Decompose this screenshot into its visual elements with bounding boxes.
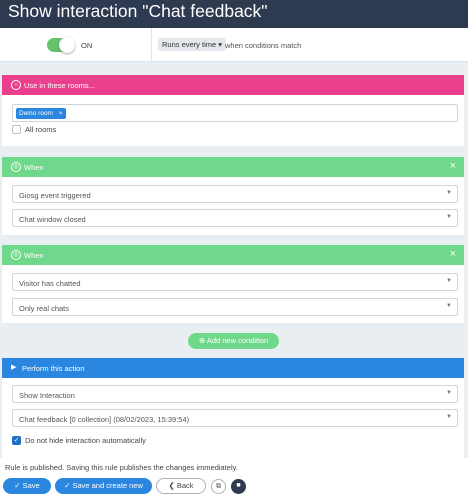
action-card: ▶ Perform this action Show Interaction ▼… [2, 358, 464, 458]
all-rooms-label: All rooms [25, 125, 57, 134]
save-button[interactable]: ✓ Save [3, 478, 51, 494]
action-header-label: Perform this action [22, 364, 85, 373]
close-icon[interactable]: × [450, 248, 456, 260]
condition-type-value: Giosg event triggered [19, 191, 91, 200]
run-frequency-suffix: when conditions match [225, 41, 302, 50]
action-card-header: ▶ Perform this action [2, 358, 464, 378]
toggle-knob [59, 37, 75, 53]
chevron-down-icon: ▼ [446, 390, 452, 396]
chevron-down-icon: ▼ [446, 303, 452, 309]
room-chip: Demo room × [16, 108, 66, 119]
room-chip-label: Demo room [19, 110, 53, 117]
all-rooms-checkbox[interactable] [12, 125, 21, 134]
condition-value-value: Chat window closed [19, 215, 86, 224]
condition-header-label: When [24, 251, 44, 260]
rooms-card-header: ○ Use in these rooms... [2, 75, 464, 95]
chevron-down-icon: ▼ [446, 278, 452, 284]
condition-icon: ◎ [11, 162, 21, 172]
interaction-value: Chat feedback [0 collection] (08/02/2023… [19, 415, 190, 424]
save-icon: ✓ [14, 481, 23, 490]
delete-button[interactable]: ■ [231, 479, 246, 494]
save-and-create-new-button[interactable]: ✓ Save and create new [55, 478, 152, 494]
chevron-down-icon: ▼ [446, 414, 452, 420]
publish-message: Rule is published. Saving this rule publ… [5, 463, 238, 472]
condition-header-label: When [24, 163, 44, 172]
add-condition-button[interactable]: ⊕ Add new condition [188, 333, 279, 349]
back-button[interactable]: ❮ Back [156, 478, 206, 494]
condition-type-value: Visitor has chatted [19, 279, 81, 288]
save-label: Save [22, 481, 40, 490]
rooms-card: ○ Use in these rooms... Demo room × All … [2, 75, 464, 146]
rooms-icon: ○ [11, 80, 21, 90]
action-type-value: Show Interaction [19, 391, 75, 400]
plus-icon: ⊕ [198, 336, 206, 345]
copy-icon: ⧉ [216, 483, 221, 490]
rooms-header-label: Use in these rooms... [24, 81, 95, 90]
rooms-input[interactable]: Demo room × [12, 104, 458, 122]
condition-icon: ◎ [11, 250, 21, 260]
divider [151, 28, 152, 62]
condition-value-select[interactable]: Chat window closed ▼ [12, 209, 458, 227]
auto-hide-label: Do not hide interaction automatically [25, 436, 146, 445]
toggle-label: ON [81, 41, 93, 50]
back-label: Back [176, 481, 194, 490]
chip-remove-icon[interactable]: × [59, 110, 63, 117]
run-frequency-select[interactable]: Runs every time ▾ [158, 38, 227, 51]
chevron-down-icon: ▼ [446, 214, 452, 220]
condition-value-select[interactable]: Only real chats ▼ [12, 298, 458, 316]
condition-type-select[interactable]: Visitor has chatted ▼ [12, 273, 458, 291]
condition-header: ◎ When × [2, 157, 464, 177]
auto-hide-checkbox[interactable]: ✓ [12, 436, 21, 445]
condition-value-value: Only real chats [19, 304, 70, 313]
action-type-select[interactable]: Show Interaction ▼ [12, 385, 458, 403]
condition-header: ◎ When × [2, 245, 464, 265]
chevron-down-icon: ▼ [446, 190, 452, 196]
condition-card-2: ◎ When × Visitor has chatted ▼ Only real… [2, 245, 464, 323]
interaction-select[interactable]: Chat feedback [0 collection] (08/02/2023… [12, 409, 458, 427]
add-condition-label: Add new condition [206, 336, 269, 345]
condition-card-1: ◎ When × Giosg event triggered ▼ Chat wi… [2, 157, 464, 235]
enabled-toggle[interactable] [47, 37, 75, 53]
save-new-label: Save and create new [72, 481, 143, 490]
trash-icon: ■ [236, 482, 241, 489]
title-bar: Show interaction "Chat feedback" [0, 0, 468, 28]
page-title: Show interaction "Chat feedback" [8, 1, 268, 21]
play-icon: ▶ [11, 364, 17, 371]
close-icon[interactable]: × [450, 160, 456, 172]
back-arrow-icon: ❮ [168, 481, 177, 490]
condition-type-select[interactable]: Giosg event triggered ▼ [12, 185, 458, 203]
duplicate-button[interactable]: ⧉ [211, 479, 226, 494]
